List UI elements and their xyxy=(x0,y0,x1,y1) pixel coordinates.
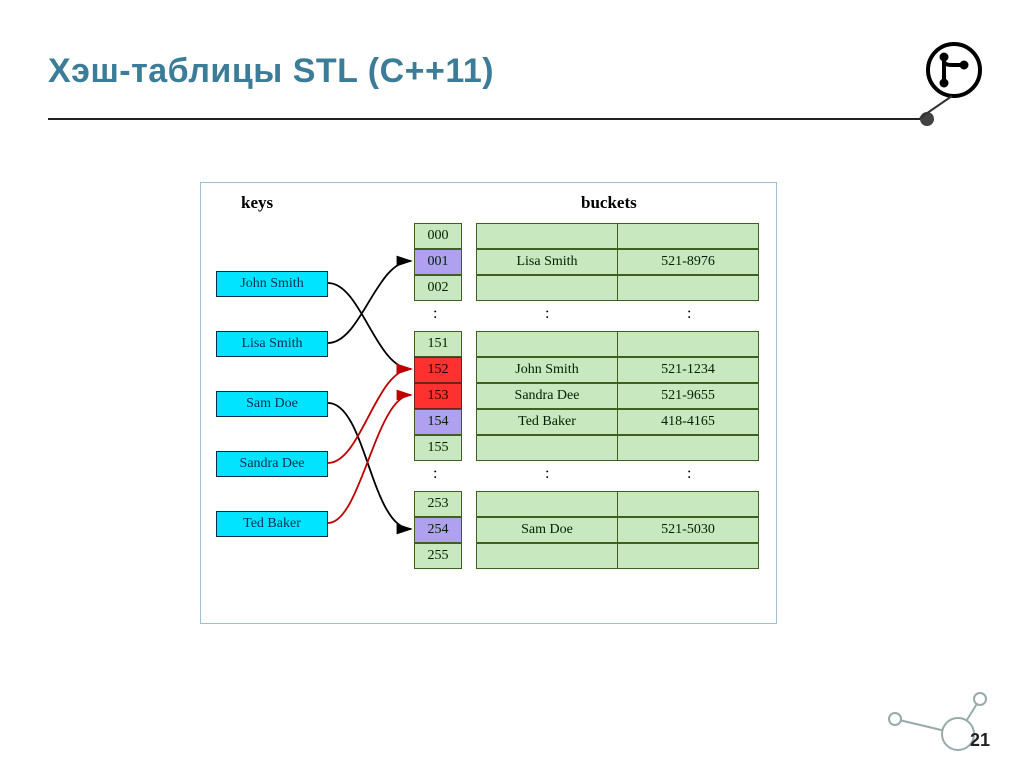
ellipsis: : xyxy=(687,305,691,323)
bucket-index: 254 xyxy=(414,517,462,543)
bucket-row xyxy=(476,275,759,301)
ellipsis: : xyxy=(433,305,437,323)
ellipsis: : xyxy=(687,465,691,483)
bucket-index: 151 xyxy=(414,331,462,357)
keys-header: keys xyxy=(241,193,273,213)
bucket-row: Sam Doe521-5030 xyxy=(476,517,759,543)
bucket-index: 253 xyxy=(414,491,462,517)
bucket-row xyxy=(476,543,759,569)
bucket-row: Lisa Smith521-8976 xyxy=(476,249,759,275)
git-branch-icon xyxy=(924,40,984,100)
ellipsis: : xyxy=(545,305,549,323)
bucket-index: 155 xyxy=(414,435,462,461)
key-sam-doe: Sam Doe xyxy=(216,391,328,417)
bucket-row: Ted Baker418-4165 xyxy=(476,409,759,435)
connector-line-icon xyxy=(916,94,956,134)
bucket-index: 001 xyxy=(414,249,462,275)
bucket-row xyxy=(476,223,759,249)
bucket-row: Sandra Dee521-9655 xyxy=(476,383,759,409)
slide: Хэш-таблицы STL (C++11) keys buckets Joh… xyxy=(0,0,1024,768)
bucket-row xyxy=(476,491,759,517)
slide-title: Хэш-таблицы STL (C++11) xyxy=(48,52,494,91)
ellipsis: : xyxy=(545,465,549,483)
bucket-index: 002 xyxy=(414,275,462,301)
bucket-row: John Smith521-1234 xyxy=(476,357,759,383)
buckets-header: buckets xyxy=(581,193,637,213)
hash-table-diagram: keys buckets John Smith Lisa Smith Sam D… xyxy=(200,182,777,624)
bucket-index: 154 xyxy=(414,409,462,435)
bucket-index: 152 xyxy=(414,357,462,383)
bucket-index: 000 xyxy=(414,223,462,249)
page-number: 21 xyxy=(966,730,994,750)
ellipsis: : xyxy=(433,465,437,483)
bucket-index: 153 xyxy=(414,383,462,409)
bucket-row xyxy=(476,435,759,461)
key-lisa-smith: Lisa Smith xyxy=(216,331,328,357)
key-sandra-dee: Sandra Dee xyxy=(216,451,328,477)
bucket-row xyxy=(476,331,759,357)
bucket-index: 255 xyxy=(414,543,462,569)
title-rule xyxy=(48,118,928,120)
key-john-smith: John Smith xyxy=(216,271,328,297)
key-ted-baker: Ted Baker xyxy=(216,511,328,537)
